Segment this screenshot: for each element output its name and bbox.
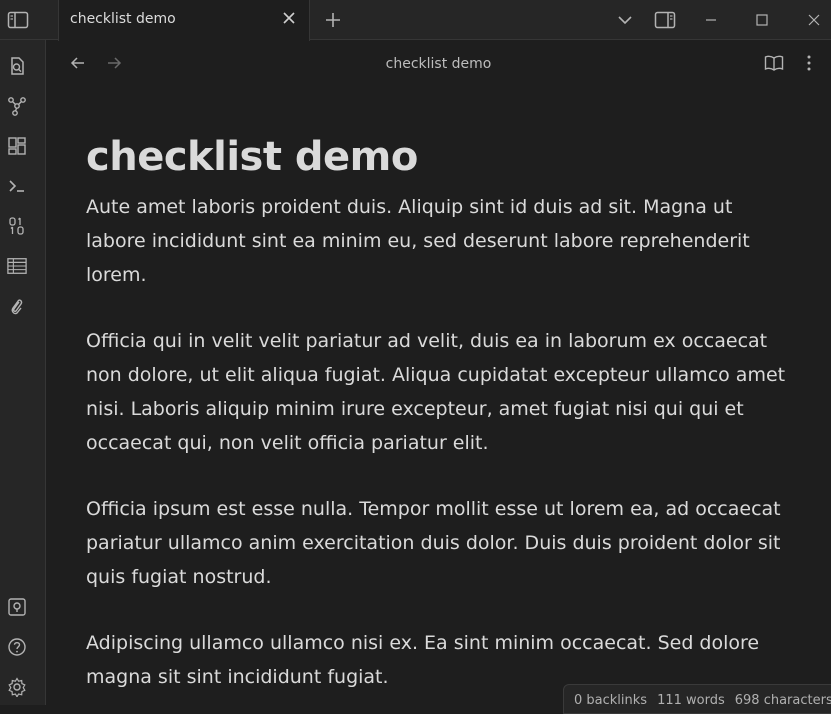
settings-icon[interactable] (7, 677, 27, 697)
sidebar-toggle-icon[interactable] (5, 0, 31, 40)
chevron-down-icon[interactable] (614, 0, 636, 40)
minimize-icon[interactable] (700, 0, 722, 40)
close-icon[interactable] (281, 10, 297, 26)
reading-view-icon[interactable] (764, 53, 784, 73)
terminal-icon[interactable] (7, 176, 27, 196)
left-ribbon (0, 40, 46, 705)
table-icon[interactable] (7, 256, 27, 276)
more-options-icon[interactable] (799, 53, 819, 73)
canvas-icon[interactable] (7, 136, 27, 156)
view-header-title[interactable]: checklist demo (46, 56, 831, 72)
right-sidebar-icon[interactable] (653, 0, 677, 40)
title-bar: checklist demo (0, 0, 831, 41)
character-count: 698 characters (734, 693, 831, 708)
help-icon[interactable] (7, 637, 27, 657)
paragraph: Officia qui in velit velit pariatur ad v… (86, 330, 786, 454)
plus-icon[interactable] (322, 0, 344, 40)
vault-icon[interactable] (7, 597, 27, 617)
note-content[interactable]: checklist demo Aute amet laboris proiden… (86, 130, 796, 694)
paragraph: Aute amet laboris proident duis. Aliquip… (86, 196, 750, 286)
graph-icon[interactable] (7, 96, 27, 116)
binary-icon[interactable] (7, 216, 27, 236)
note-title: checklist demo (86, 134, 418, 180)
paragraph: Officia ipsum est esse nulla. Tempor mol… (86, 498, 781, 588)
status-bar: 0 backlinks 111 words 698 characters (563, 684, 831, 714)
paperclip-icon[interactable] (7, 296, 27, 316)
tab-title: checklist demo (70, 11, 176, 27)
maximize-icon[interactable] (751, 0, 773, 40)
backlinks-count[interactable]: 0 backlinks (574, 693, 647, 708)
tab-checklist-demo[interactable]: checklist demo (58, 0, 310, 41)
window-close-icon[interactable] (803, 0, 825, 40)
word-count: 111 words (657, 693, 725, 708)
open-file-icon[interactable] (7, 56, 27, 76)
view-header: checklist demo (46, 41, 831, 87)
